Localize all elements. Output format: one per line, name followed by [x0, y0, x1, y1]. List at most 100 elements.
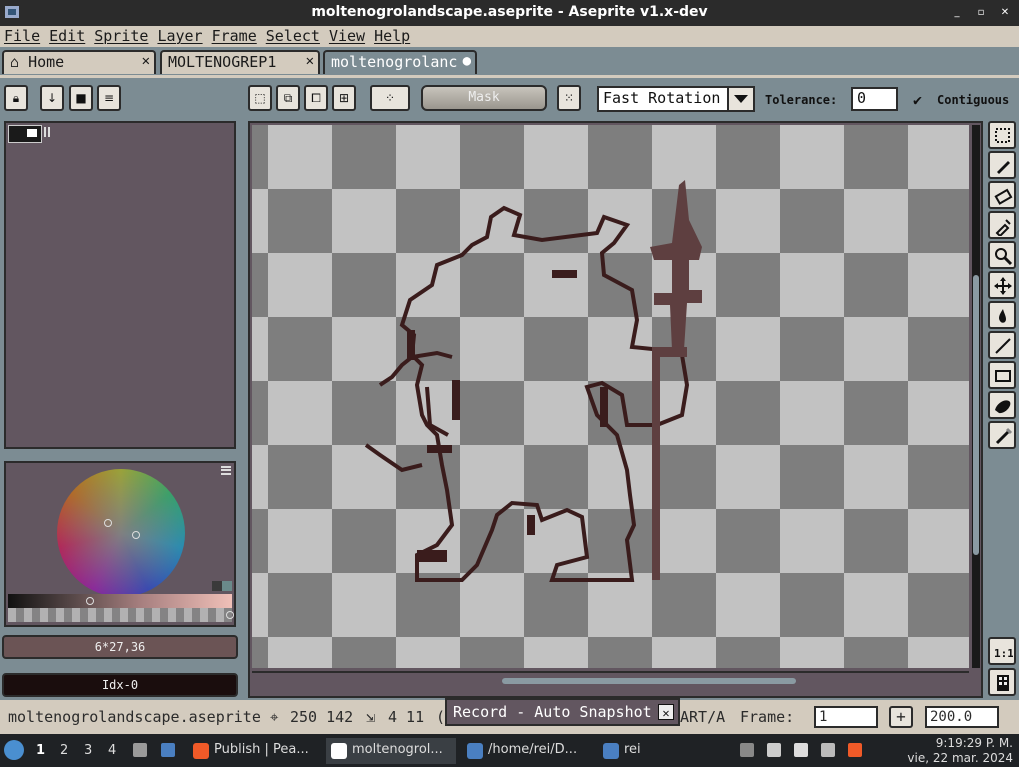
task-text-editor[interactable]: /home/rei/D... [462, 738, 594, 764]
sprite-canvas[interactable] [252, 125, 969, 668]
rectangle-tool-icon[interactable] [988, 361, 1016, 389]
wheel-selector-fg[interactable] [104, 519, 112, 527]
foreground-color-swatch[interactable]: 6*27,36 [2, 635, 238, 659]
svg-text:1:1: 1:1 [994, 647, 1013, 660]
menu-frame[interactable]: Frame [212, 26, 266, 47]
move-tool-icon[interactable] [988, 271, 1016, 299]
cursor-position: 250 142 [290, 708, 354, 726]
menu-help[interactable]: Help [374, 26, 419, 47]
task-brave-publish[interactable]: Publish | Pea... [188, 738, 323, 764]
notes-icon[interactable] [821, 743, 835, 757]
volume-icon[interactable] [767, 743, 781, 757]
selection-size: 4 11 [388, 708, 425, 726]
menu-layer[interactable]: Layer [157, 26, 211, 47]
close-window-button[interactable]: ✕ [997, 5, 1013, 21]
selection-add-icon[interactable]: ⧉ [276, 85, 300, 111]
frame-input[interactable]: 1 [814, 706, 878, 728]
window-title: moltenogrolandscape.aseprite - Aseprite … [311, 4, 708, 20]
checkmark-icon[interactable]: ✔ [913, 91, 922, 109]
file-manager-icon[interactable] [133, 743, 147, 757]
contour-tool-icon[interactable] [988, 391, 1016, 419]
slider-handle[interactable] [86, 597, 94, 605]
brave-browser-icon [193, 743, 209, 759]
swatch-teal[interactable] [222, 581, 232, 591]
scrollbar-thumb[interactable] [502, 678, 796, 684]
close-tab-icon[interactable]: ✕ [142, 53, 150, 69]
line-tool-icon[interactable] [988, 331, 1016, 359]
scrollbar-thumb[interactable] [973, 275, 979, 555]
paint-bucket-tool-icon[interactable] [988, 301, 1016, 329]
task-folder-rei[interactable]: rei [598, 738, 718, 764]
task-label: /home/rei/D... [488, 742, 578, 757]
marquee-selection-tool-icon[interactable] [988, 121, 1016, 149]
selection-intersect-icon[interactable]: ⊞ [332, 85, 356, 111]
maximize-button[interactable]: ▫ [973, 5, 989, 21]
eraser-tool-icon[interactable] [988, 181, 1016, 209]
layer-thumbnail[interactable] [8, 125, 42, 143]
selection-replace-icon[interactable]: ⬚ [248, 85, 272, 111]
contiguous-label: Contiguous [937, 93, 1010, 107]
actual-size-button[interactable]: 1:1 [988, 637, 1016, 665]
brave-tray-icon[interactable] [848, 743, 862, 757]
alpha-slider-handle[interactable] [226, 611, 234, 619]
workspace-2[interactable]: 2 [60, 743, 68, 758]
tolerance-input[interactable]: 0 [851, 87, 898, 111]
swatch-dark[interactable] [212, 581, 222, 591]
close-tab-icon[interactable]: ✕ [306, 53, 314, 69]
menu-edit[interactable]: Edit [49, 26, 94, 47]
canvas-area[interactable] [248, 121, 983, 698]
menu-view[interactable]: View [329, 26, 374, 47]
selection-subtract-icon[interactable]: ⧠ [304, 85, 328, 111]
color-wheel[interactable] [57, 469, 185, 597]
unsaved-dot-icon[interactable]: ● [463, 53, 471, 69]
timeline-toggle-icon[interactable] [988, 668, 1016, 696]
pencil-tool-icon[interactable] [988, 151, 1016, 179]
horizontal-scrollbar[interactable] [252, 671, 969, 687]
pivot-grid-icon[interactable]: ⁙ [557, 85, 581, 111]
tab-home[interactable]: ⌂ Home ✕ [2, 50, 156, 74]
wheel-selector-bg[interactable] [132, 531, 140, 539]
aseprite-icon [331, 743, 347, 759]
tab-label: Home [28, 53, 65, 71]
add-frame-button[interactable]: + [889, 706, 913, 728]
start-menu-icon[interactable] [4, 740, 24, 760]
close-popup-button[interactable]: ✕ [658, 704, 674, 720]
sprite-artwork [364, 180, 702, 582]
text-editor-icon [467, 743, 483, 759]
eject-icon[interactable] [740, 743, 754, 757]
menu-select[interactable]: Select [266, 26, 329, 47]
lock-icon[interactable]: 🔒︎ [4, 85, 28, 111]
hamburger-menu-icon[interactable]: ≡ [97, 85, 121, 111]
download-arrow-icon[interactable]: ↓ [40, 85, 64, 111]
minimize-button[interactable]: _ [949, 5, 965, 21]
system-clock[interactable]: 9:19:29 P. M. vie, 22 mar. 2024 [907, 736, 1013, 766]
mask-button[interactable]: Mask [421, 85, 547, 111]
options-menu-icon[interactable] [221, 466, 231, 475]
workspace-1[interactable]: 1 [36, 743, 45, 758]
menu-sprite[interactable]: Sprite [94, 26, 157, 47]
background-color-swatch[interactable]: Idx-0 [2, 673, 238, 697]
pause-icon[interactable] [44, 127, 50, 137]
zoom-tool-icon[interactable] [988, 241, 1016, 269]
tab-label: moltenogrolanc [331, 53, 458, 71]
transparent-color-icon[interactable]: ⁘ [370, 85, 410, 111]
folder-icon [603, 743, 619, 759]
square-icon[interactable]: ■ [69, 85, 93, 111]
alpha-slider[interactable] [8, 608, 232, 622]
workspace-3[interactable]: 3 [84, 743, 92, 758]
window-titlebar: moltenogrolandscape.aseprite - Aseprite … [0, 0, 1019, 26]
task-aseprite[interactable]: moltenogrol... [326, 738, 456, 764]
blur-tool-icon[interactable] [988, 421, 1016, 449]
workspace-4[interactable]: 4 [108, 743, 116, 758]
show-desktop-icon[interactable] [161, 743, 175, 757]
clipboard-icon[interactable] [794, 743, 808, 757]
tab-moltenogrep1[interactable]: MOLTENOGREP1 ✕ [160, 50, 320, 74]
menu-file[interactable]: File [4, 26, 49, 47]
tab-moltenogrolandscape[interactable]: moltenogrolanc ● [323, 50, 477, 74]
vertical-scrollbar[interactable] [972, 125, 980, 668]
color-slider-value[interactable] [8, 594, 232, 608]
chevron-down-icon[interactable] [727, 86, 755, 112]
zoom-input[interactable]: 200.0 [925, 706, 999, 728]
clock-time: 9:19:29 P. M. [935, 736, 1013, 750]
eyedropper-tool-icon[interactable] [988, 211, 1016, 239]
